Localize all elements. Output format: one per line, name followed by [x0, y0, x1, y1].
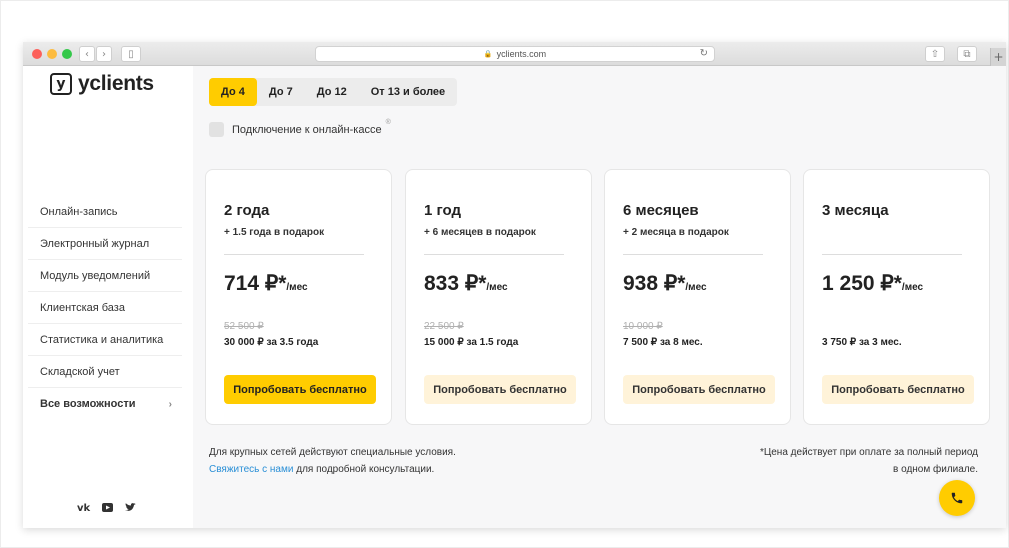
plan-period: 2 года — [224, 202, 270, 219]
sidebar-item-electronic-journal[interactable]: Электронный журнал — [28, 228, 182, 260]
plan-price-value: 833 ₽* — [424, 272, 487, 295]
info-icon[interactable]: ® — [386, 119, 391, 126]
online-cashbox-checkbox[interactable] — [209, 122, 224, 137]
plan-price-value: 938 ₽* — [623, 272, 686, 295]
tab-up-to-12[interactable]: До 12 — [305, 78, 359, 106]
plan-total: 30 000 ₽ за 3.5 года — [224, 337, 319, 348]
browser-titlebar: ‹ › ▯ 🔒 yclients.com ↻ ⇧ ⧉ + — [23, 42, 1006, 66]
phone-icon — [951, 492, 963, 504]
sidebar: y yclients Онлайн-запись Электронный жур… — [23, 66, 193, 528]
call-button[interactable] — [939, 480, 975, 516]
share-icon[interactable]: ⇧ — [925, 46, 945, 62]
plan-total: 15 000 ₽ за 1.5 года — [424, 337, 519, 348]
tab-up-to-4[interactable]: До 4 — [209, 78, 257, 106]
address-bar-url: yclients.com — [496, 49, 547, 59]
plan-card: 6 месяцев + 2 месяца в подарок 938 ₽*/ме… — [604, 169, 791, 425]
vk-icon[interactable]: vk — [77, 503, 90, 515]
sidebar-item-notifications[interactable]: Модуль уведомлений — [28, 260, 182, 292]
sidebar-item-client-base[interactable]: Клиентская база — [28, 292, 182, 324]
close-window-button[interactable] — [32, 49, 42, 59]
sidebar-menu: Онлайн-запись Электронный журнал Модуль … — [28, 196, 182, 420]
plan-period: 1 год — [424, 202, 462, 219]
plan-price: 714 ₽*/мес — [224, 271, 308, 296]
enterprise-note-line1: Для крупных сетей действуют специальные … — [209, 447, 456, 458]
browser-window: ‹ › ▯ 🔒 yclients.com ↻ ⇧ ⧉ + y yclients … — [23, 42, 1006, 528]
sidebar-item-all-features[interactable]: Все возможности › — [28, 388, 182, 420]
plan-price: 938 ₽*/мес — [623, 271, 707, 296]
plan-bonus: + 1.5 года в подарок — [224, 227, 325, 238]
plan-bonus: + 2 месяца в подарок — [623, 227, 729, 238]
plan-price-unit: /мес — [685, 282, 707, 293]
reload-icon[interactable]: ↻ — [700, 48, 708, 59]
price-footnote-line1: *Цена действует при оплате за полный пер… — [759, 447, 978, 458]
plan-price-unit: /мес — [286, 282, 308, 293]
back-button[interactable]: ‹ — [79, 46, 95, 62]
logo-text: yclients — [78, 72, 154, 95]
screenshot-frame: ‹ › ▯ 🔒 yclients.com ↻ ⇧ ⧉ + y yclients … — [0, 0, 1009, 548]
plan-card: 3 месяца 1 250 ₽*/мес 3 750 ₽ за 3 мес. … — [803, 169, 990, 425]
sidebar-toggle-icon[interactable]: ▯ — [121, 46, 141, 62]
address-bar[interactable]: 🔒 yclients.com ↻ — [315, 46, 715, 62]
zoom-window-button[interactable] — [62, 49, 72, 59]
sidebar-item-label: Все возможности — [40, 398, 136, 410]
plan-card: 1 год + 6 месяцев в подарок 833 ₽*/мес 2… — [405, 169, 592, 425]
twitter-icon[interactable] — [125, 503, 137, 515]
tab-up-to-7[interactable]: До 7 — [257, 78, 305, 106]
plan-total: 7 500 ₽ за 8 мес. — [623, 337, 703, 348]
youtube-icon[interactable] — [102, 503, 114, 515]
forward-button[interactable]: › — [96, 46, 112, 62]
sidebar-item-online-booking[interactable]: Онлайн-запись — [28, 196, 182, 228]
enterprise-note-rest: для подробной консультации. — [293, 464, 435, 475]
sidebar-item-warehouse[interactable]: Складской учет — [28, 356, 182, 388]
online-cashbox-option[interactable]: Подключение к онлайн-кассе ® — [209, 119, 391, 137]
pricing-section: До 4 До 7 До 12 От 13 и более Подключени… — [193, 66, 1006, 528]
plan-price: 1 250 ₽*/мес — [822, 271, 923, 296]
tabs-overview-icon[interactable]: ⧉ — [957, 46, 977, 62]
price-footnote-line2: в одном филиале. — [893, 464, 978, 475]
lock-icon: 🔒 — [483, 51, 493, 58]
divider — [424, 254, 564, 255]
contact-us-link[interactable]: Свяжитесь с нами — [209, 464, 293, 475]
plan-period: 6 месяцев — [623, 202, 699, 219]
plan-price-value: 1 250 ₽* — [822, 272, 902, 295]
enterprise-note: Для крупных сетей действуют специальные … — [209, 444, 456, 478]
plan-old-price: 10 000 ₽ — [623, 321, 663, 332]
plan-price-unit: /мес — [901, 282, 924, 293]
try-free-button[interactable]: Попробовать бесплатно — [822, 375, 974, 404]
plan-price-unit: /мес — [486, 282, 508, 293]
new-tab-button[interactable]: + — [990, 48, 1006, 66]
divider — [822, 254, 962, 255]
try-free-button[interactable]: Попробовать бесплатно — [224, 375, 376, 404]
plan-card: 2 года + 1.5 года в подарок 714 ₽*/мес 5… — [205, 169, 392, 425]
sidebar-item-analytics[interactable]: Статистика и аналитика — [28, 324, 182, 356]
divider — [224, 254, 364, 255]
tab-13-and-more[interactable]: От 13 и более — [359, 78, 457, 106]
price-footnote: *Цена действует при оплате за полный пер… — [760, 444, 978, 478]
chevron-right-icon: › — [168, 398, 172, 410]
try-free-button[interactable]: Попробовать бесплатно — [424, 375, 576, 404]
plan-period: 3 месяца — [822, 202, 889, 219]
divider — [623, 254, 763, 255]
social-links: vk — [77, 503, 137, 515]
try-free-button[interactable]: Попробовать бесплатно — [623, 375, 775, 404]
plan-old-price: 52 500 ₽ — [224, 321, 264, 332]
plan-old-price: 22 500 ₽ — [424, 321, 464, 332]
online-cashbox-label: Подключение к онлайн-кассе — [232, 123, 382, 136]
plan-bonus: + 6 месяцев в подарок — [424, 227, 536, 238]
plan-price: 833 ₽*/мес — [424, 271, 508, 296]
branch-count-tabs: До 4 До 7 До 12 От 13 и более — [209, 78, 458, 106]
enterprise-note-line2: Свяжитесь с нами для подробной консульта… — [209, 461, 456, 478]
logo-mark: y — [50, 73, 72, 95]
minimize-window-button[interactable] — [47, 49, 57, 59]
logo[interactable]: y yclients — [50, 72, 154, 96]
plan-price-value: 714 ₽* — [224, 272, 287, 295]
plan-total: 3 750 ₽ за 3 мес. — [822, 337, 902, 348]
